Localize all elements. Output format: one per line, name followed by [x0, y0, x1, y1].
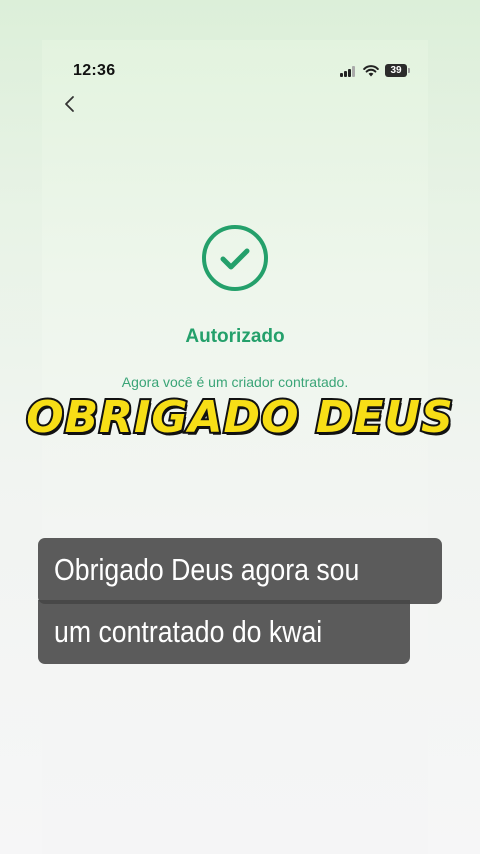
status-time: 12:36	[73, 62, 116, 79]
status-bar: 12:36 39	[42, 40, 428, 100]
caption-line: Obrigado Deus agora sou	[54, 552, 360, 587]
battery-icon: 39	[385, 64, 410, 77]
caption-line: um contratado do kwai	[54, 614, 323, 649]
battery-level: 39	[390, 65, 402, 76]
back-chevron-icon[interactable]	[58, 92, 82, 116]
cellular-signal-icon	[340, 66, 357, 77]
check-circle-icon	[202, 225, 268, 291]
wifi-icon	[363, 65, 379, 77]
authorization-message: Agora você é um criador contratado.	[121, 374, 349, 390]
app-screen: 12:36 39 Autorizado Agora você é um cria…	[42, 40, 428, 854]
overlay-banner: OBRIGADO DEUS	[24, 390, 455, 445]
authorization-title: Autorizado	[185, 326, 285, 347]
